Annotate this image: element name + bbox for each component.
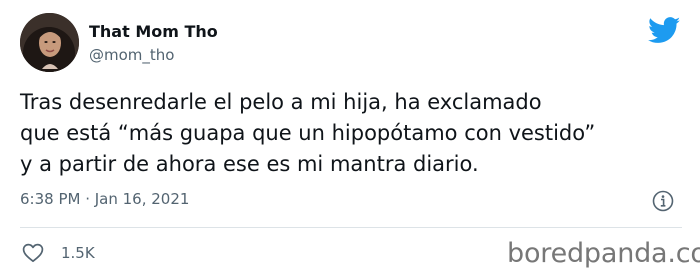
tweet-card: That Mom Tho @mom_tho Tras desenredarle … xyxy=(0,0,700,280)
tweet-text: Tras desenredarle el pelo a mi hija, ha … xyxy=(20,87,692,180)
tweet-text-line: y a partir de ahora ese es mi mantra dia… xyxy=(20,152,479,176)
tweet-text-line: Tras desenredarle el pelo a mi hija, ha … xyxy=(20,90,542,114)
author-name[interactable]: That Mom Tho xyxy=(89,22,218,41)
tweet-timestamp[interactable]: 6:38 PM · Jan 16, 2021 xyxy=(20,190,189,208)
info-icon[interactable] xyxy=(652,190,674,212)
like-count[interactable]: 1.5K xyxy=(61,244,95,262)
avatar[interactable] xyxy=(20,13,79,72)
heart-icon[interactable] xyxy=(22,243,44,263)
divider xyxy=(20,227,682,228)
watermark: boredpanda.com xyxy=(507,238,700,269)
twitter-bird-icon[interactable] xyxy=(648,17,681,44)
author-handle[interactable]: @mom_tho xyxy=(89,46,174,64)
tweet-text-line: que está “más guapa que un hipopótamo co… xyxy=(20,121,596,145)
